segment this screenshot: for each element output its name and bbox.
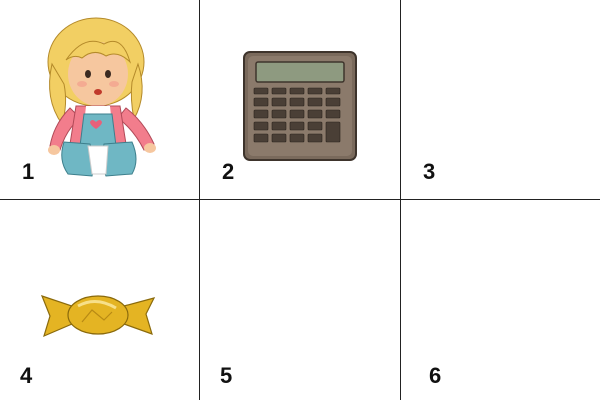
grid-cell-1: 1	[0, 0, 200, 200]
picture-grid: 1 2 3 4 5 6	[0, 0, 600, 400]
cell-number: 5	[220, 363, 233, 388]
cell-number: 4	[20, 363, 33, 388]
grid-cell-5: 5	[200, 200, 401, 400]
calculator-image	[243, 51, 357, 161]
grid-cell-2: 2	[200, 0, 401, 200]
grid-cell-6: 6	[401, 200, 600, 400]
doll-image	[47, 17, 156, 177]
cell-number: 3	[423, 159, 436, 184]
cell-number: 1	[22, 159, 35, 184]
cell-number: 2	[222, 159, 235, 184]
grid-cell-3: 3	[401, 0, 600, 200]
grid-cell-4: 4	[0, 200, 200, 400]
candy-image	[40, 295, 156, 338]
cell-number: 6	[429, 363, 442, 388]
